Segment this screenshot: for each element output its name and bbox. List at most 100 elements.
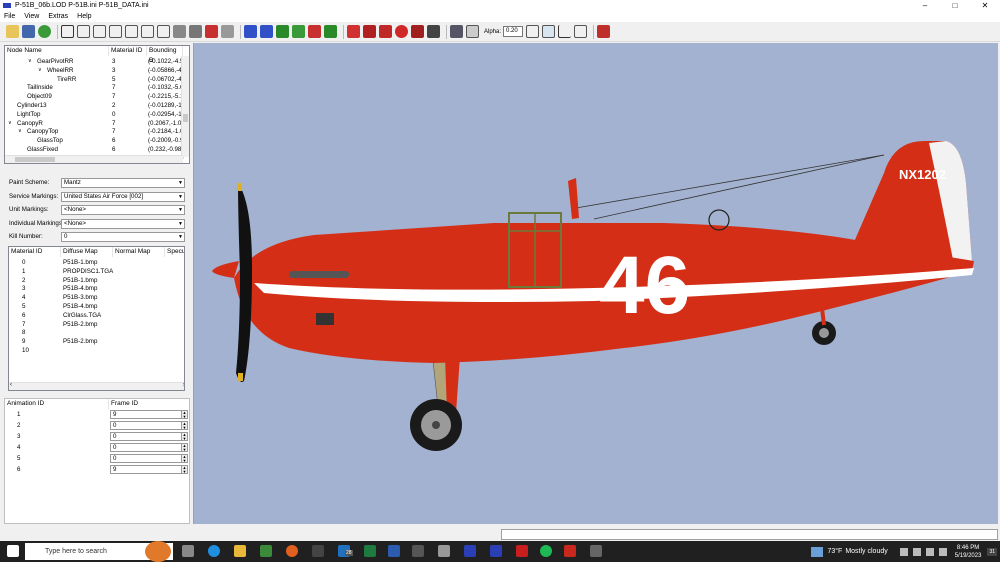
- specular-map-header[interactable]: Specu: [165, 247, 184, 257]
- lod-viewer-active-icon[interactable]: [490, 545, 502, 557]
- wireframe-red-icon[interactable]: [260, 25, 273, 38]
- paint-2-icon[interactable]: [363, 25, 376, 38]
- 3d-viewport[interactable]: 46 NX1202: [193, 43, 998, 524]
- material-row[interactable]: 1 PROPDISC1.TGA: [9, 267, 184, 276]
- save-icon[interactable]: [22, 25, 35, 38]
- view-back-icon[interactable]: [93, 25, 106, 38]
- tools-icon[interactable]: [597, 25, 611, 38]
- wireframe-blue-icon[interactable]: [244, 25, 257, 38]
- paint-3-icon[interactable]: [379, 25, 392, 38]
- material-id-header[interactable]: Material ID: [109, 46, 147, 56]
- chevron-down-icon[interactable]: ▼: [178, 221, 183, 228]
- transparent-box-icon[interactable]: [466, 25, 479, 38]
- paint-scheme-select[interactable]: Mantz ▼: [61, 178, 185, 188]
- wifi-icon[interactable]: [925, 547, 934, 556]
- node-tree-vscrollbar[interactable]: [181, 56, 189, 157]
- material-row[interactable]: 9 P51B-2.bmp: [9, 337, 184, 346]
- maximize-button[interactable]: □: [940, 0, 970, 11]
- app-icon-2[interactable]: [412, 545, 424, 557]
- excel-icon[interactable]: [364, 545, 376, 557]
- view-front-icon[interactable]: [77, 25, 90, 38]
- material-table[interactable]: Material ID Diffuse Map Normal Map Specu…: [8, 246, 185, 391]
- alpha-input[interactable]: 0.20: [503, 26, 524, 37]
- grid-icon[interactable]: [542, 25, 556, 38]
- sphere-icon[interactable]: [395, 25, 408, 38]
- notification-badge[interactable]: 31: [987, 547, 997, 556]
- menu-view[interactable]: View: [24, 13, 39, 20]
- menu-help[interactable]: Help: [77, 13, 91, 20]
- tray-icon[interactable]: [912, 547, 921, 556]
- bounding-box-icon[interactable]: [526, 25, 540, 38]
- frame-id-spinner[interactable]: 0 ▲ ▼: [110, 454, 188, 463]
- tree-expand-icon[interactable]: ∨: [18, 127, 22, 136]
- zoom-icon[interactable]: [61, 25, 74, 38]
- tree-node-row[interactable]: Object09 7 (-0.2215,-5.1: [5, 92, 183, 101]
- unit-markings-select[interactable]: <None> ▼: [61, 205, 185, 215]
- weather-temp[interactable]: 73°F: [827, 548, 842, 555]
- weather-icon[interactable]: [811, 546, 824, 557]
- windows-start-icon[interactable]: [7, 545, 19, 557]
- individual-markings-select[interactable]: <None> ▼: [61, 218, 185, 229]
- view-bottom-icon[interactable]: [157, 25, 170, 38]
- tree-expand-icon[interactable]: ∨: [28, 57, 32, 66]
- tree-node-row[interactable]: TireRR 5 (-0.06702,-4.: [5, 75, 183, 84]
- material-row[interactable]: 5 P51B-4.bmp: [9, 302, 184, 311]
- object-icon[interactable]: [411, 25, 424, 38]
- menu-file[interactable]: File: [4, 13, 15, 20]
- service-markings-select[interactable]: United States Air Force [002] ▼: [61, 191, 185, 202]
- spinner-arrows-icon[interactable]: ▲ ▼: [181, 455, 187, 462]
- material-row[interactable]: 10: [9, 346, 184, 355]
- tree-node-row[interactable]: ∨ GearPivotRR 3 (-0.1022,-4.5: [5, 57, 183, 66]
- material-row[interactable]: 0 P51B-1.bmp: [9, 258, 184, 267]
- tree-expand-icon[interactable]: ∨: [8, 119, 12, 128]
- node-name-header[interactable]: Node Name: [5, 46, 109, 56]
- material-row[interactable]: 3 P51B-4.bmp: [9, 284, 184, 293]
- tray-icon[interactable]: [899, 547, 908, 556]
- chevron-down-icon[interactable]: ▼: [178, 207, 183, 214]
- chevron-down-icon[interactable]: ▼: [178, 234, 183, 241]
- tree-node-row[interactable]: GlassTop 6 (-0.2009,-0.9: [5, 136, 183, 145]
- chevron-down-icon[interactable]: ▼: [178, 194, 183, 201]
- spinner-arrows-icon[interactable]: ▲ ▼: [181, 433, 187, 440]
- red-box-icon[interactable]: [205, 25, 218, 38]
- tree-node-row[interactable]: ∨ CanopyR 7 (0.2067,-1.01: [5, 119, 185, 128]
- view-right-icon[interactable]: [125, 25, 138, 38]
- frame-id-spinner[interactable]: 0 ▲ ▼: [110, 443, 188, 452]
- frame-id-spinner[interactable]: 9 ▲ ▼: [110, 465, 188, 474]
- spotify-icon[interactable]: [540, 545, 552, 557]
- node-tree[interactable]: Node Name Material ID Bounding B ∨ GearPi…: [4, 45, 190, 164]
- clock[interactable]: 8:46 PM 5/19/2023: [955, 544, 982, 560]
- spinner-arrows-icon[interactable]: ▲ ▼: [181, 466, 187, 473]
- material-hscrollbar[interactable]: ‹ ›: [9, 382, 184, 390]
- open-folder-icon[interactable]: [6, 25, 19, 38]
- solid-box-icon[interactable]: [173, 25, 186, 38]
- gray-box-icon[interactable]: [221, 25, 234, 38]
- material-row[interactable]: 2 P51B-1.bmp: [9, 276, 184, 285]
- kill-number-select[interactable]: 0 ▼: [61, 232, 185, 242]
- axes-icon[interactable]: [558, 25, 572, 38]
- acrobat-icon[interactable]: [516, 545, 528, 557]
- mcafee-icon[interactable]: [564, 545, 576, 557]
- material-row[interactable]: 4 P51B-3.bmp: [9, 293, 184, 302]
- view-left-icon[interactable]: [109, 25, 122, 38]
- dark-box-icon[interactable]: [450, 25, 463, 38]
- store-icon[interactable]: [260, 545, 272, 557]
- tree-node-row[interactable]: ∨ WheelRR 3 (-0.05866,-4.: [5, 66, 183, 75]
- file-explorer-icon[interactable]: [234, 545, 246, 557]
- minimize-button[interactable]: –: [910, 0, 940, 11]
- scroll-thumb[interactable]: [15, 157, 55, 162]
- menu-extras[interactable]: Extras: [48, 13, 68, 20]
- normal-map-header[interactable]: Normal Map: [113, 247, 165, 257]
- bounding-box-header[interactable]: Bounding B: [147, 46, 183, 64]
- material-row[interactable]: 7 P51B-2.bmp: [9, 320, 184, 329]
- node-tree-hscrollbar[interactable]: [5, 155, 183, 163]
- scroll-left-icon[interactable]: ‹: [10, 382, 12, 388]
- material-row[interactable]: 8: [9, 328, 184, 337]
- task-view-icon[interactable]: [182, 545, 194, 557]
- green-cube-icon[interactable]: [324, 25, 337, 38]
- spinner-arrows-icon[interactable]: ▲ ▼: [181, 411, 187, 418]
- word-icon[interactable]: [388, 545, 400, 557]
- tree-node-row[interactable]: Cylinder13 2 (-0.01289,-1.: [5, 101, 183, 110]
- view-top-icon[interactable]: [141, 25, 154, 38]
- camera-icon[interactable]: [427, 25, 440, 38]
